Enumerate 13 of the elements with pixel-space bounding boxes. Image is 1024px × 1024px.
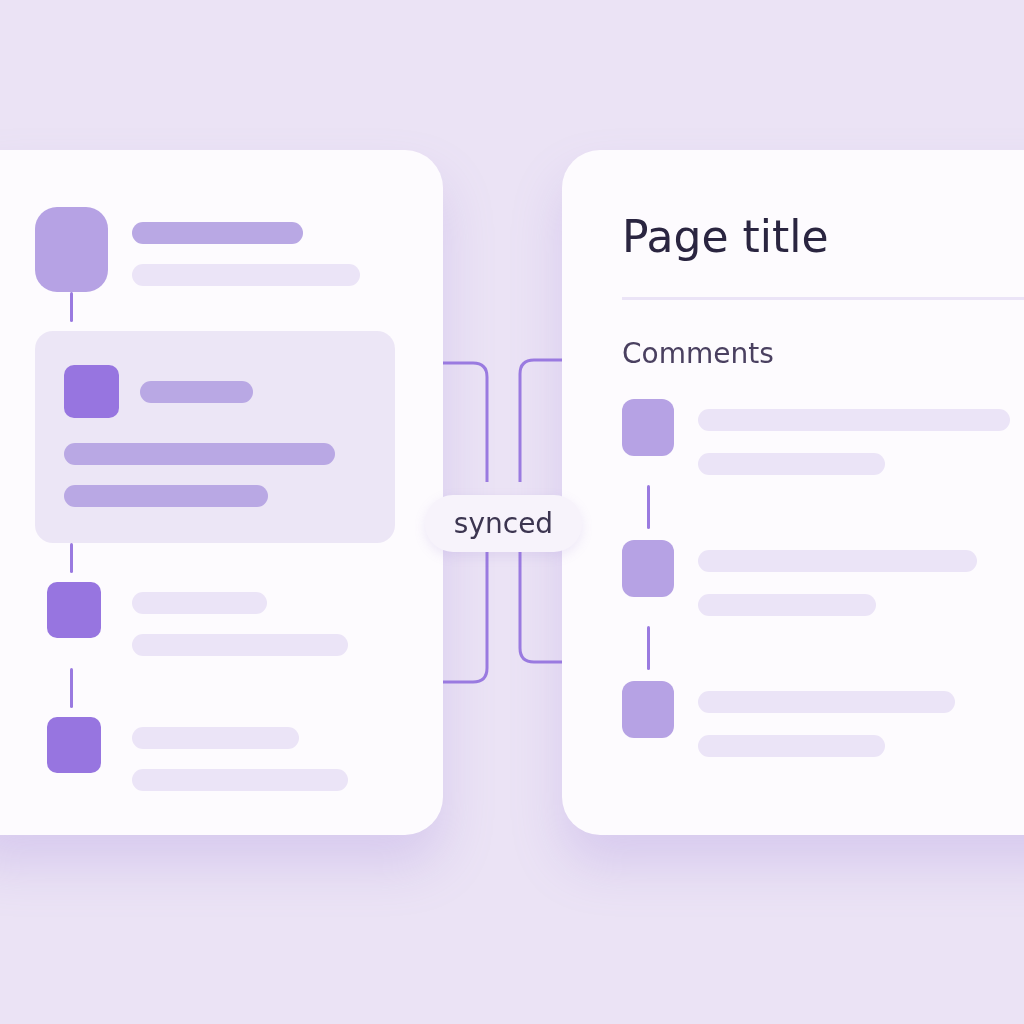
connector-line	[70, 543, 73, 573]
avatar-placeholder	[64, 365, 119, 418]
avatar-placeholder	[622, 399, 674, 456]
avatar-placeholder	[622, 540, 674, 597]
selected-item-card[interactable]	[35, 331, 395, 543]
sync-badge: synced	[425, 495, 582, 552]
comments-heading: Comments	[622, 336, 775, 372]
avatar-placeholder	[622, 681, 674, 738]
connector-line	[70, 292, 73, 322]
connector-line	[647, 626, 650, 670]
page-title: Page title	[622, 210, 830, 264]
connector-line	[647, 485, 650, 529]
connector-line	[70, 668, 73, 708]
